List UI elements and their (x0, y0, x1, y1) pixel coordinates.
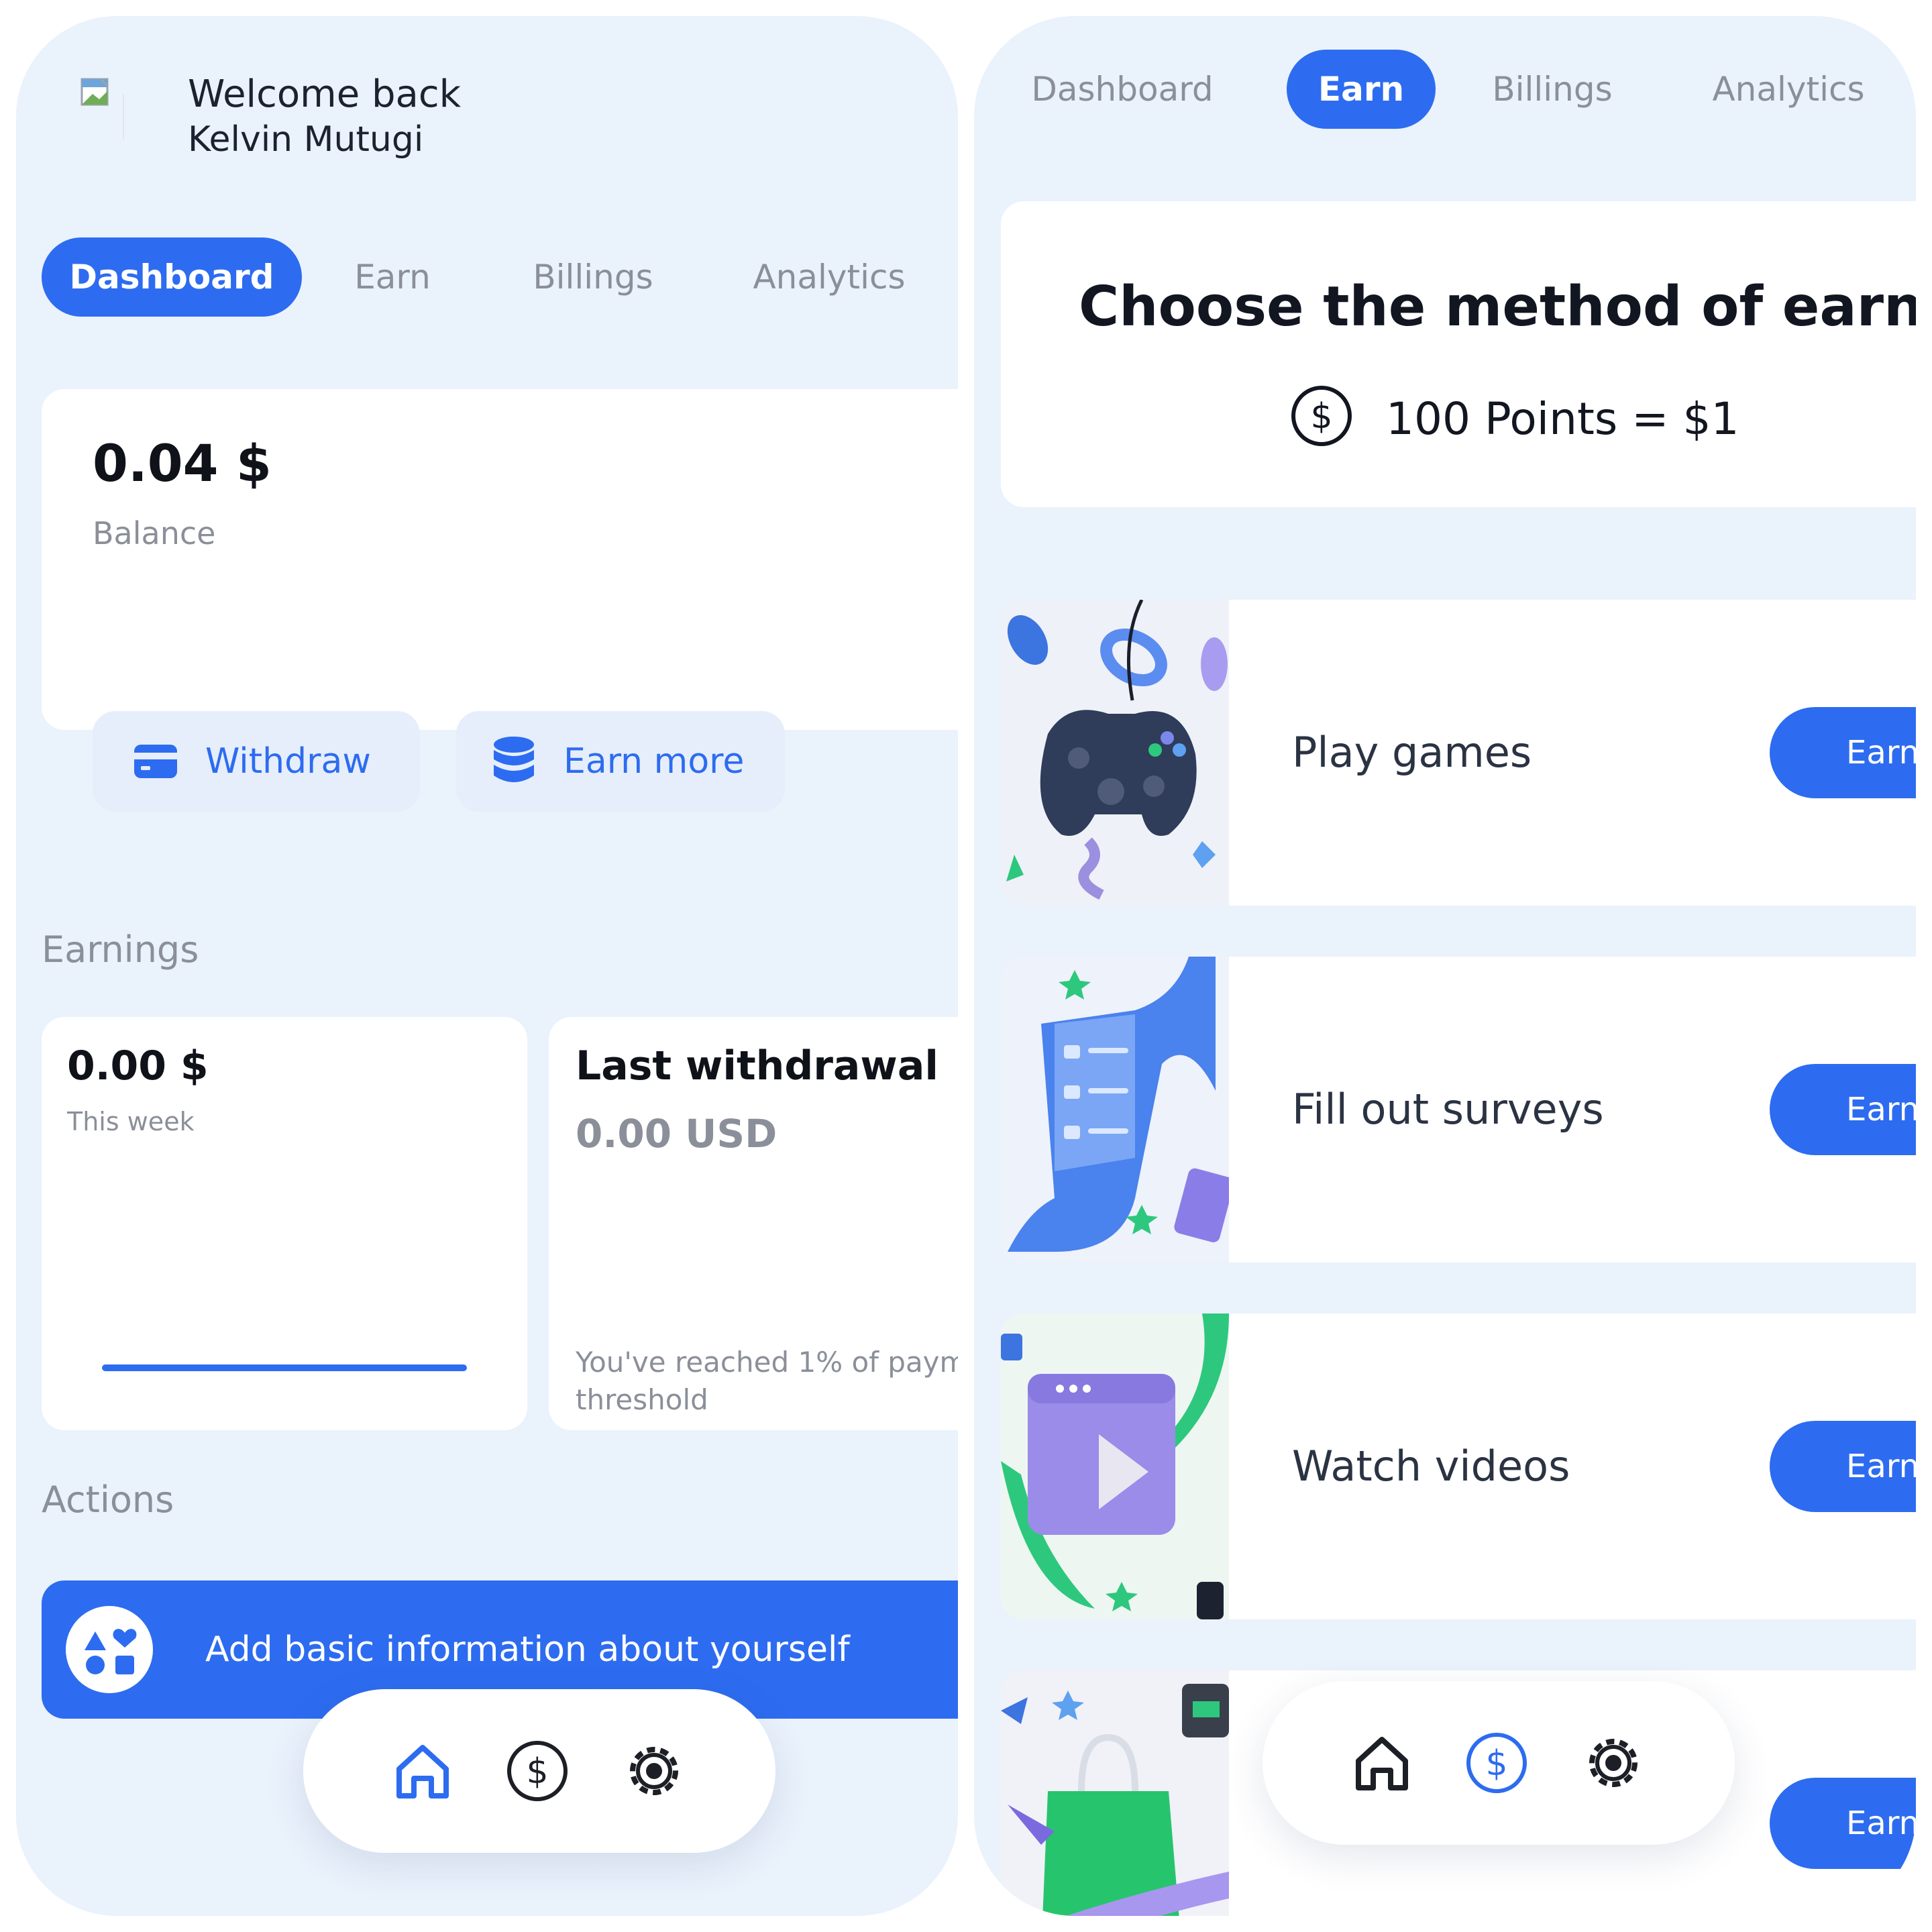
last-withdrawal-title: Last withdrawal (576, 1042, 938, 1089)
tab-dashboard[interactable]: Dashboard (1025, 50, 1220, 129)
earnings-heading: Earnings (42, 928, 199, 971)
survey-illustration (1001, 957, 1234, 1263)
weekly-label: This week (67, 1107, 195, 1136)
tab-billings[interactable]: Billings (1492, 50, 1613, 129)
coin-stack-icon (494, 737, 534, 782)
earn-screen: Dashboard Earn Billings Analytics Choose… (974, 16, 1916, 1916)
bottom-nav: $ (1263, 1681, 1735, 1845)
points-rate: 100 Points = $1 (1386, 393, 1739, 445)
weekly-earnings-line (102, 1364, 467, 1371)
withdraw-button[interactable]: Withdraw (93, 711, 420, 812)
tab-billings[interactable]: Billings (531, 237, 655, 317)
gear-icon[interactable] (622, 1739, 686, 1803)
earning-method-title: Choose the method of earning (1079, 275, 1916, 339)
balance-amount: 0.04 $ (93, 433, 272, 493)
shopping-bag-illustration (1001, 1670, 1229, 1916)
bottom-nav: $ (303, 1689, 775, 1853)
broken-image-icon (80, 78, 124, 140)
earn-method-videos[interactable]: Watch videos Earn (1001, 1313, 1916, 1619)
svg-text:$: $ (1485, 1743, 1507, 1784)
method-label: Play games (1292, 728, 1532, 777)
dollar-icon[interactable]: $ (505, 1739, 570, 1803)
weekly-earnings-card: 0.00 $ This week (42, 1017, 527, 1430)
tab-dashboard[interactable]: Dashboard (42, 237, 302, 317)
balance-label: Balance (93, 515, 216, 551)
last-withdrawal-card: Last withdrawal 0.00 USD You've reached … (549, 1017, 958, 1430)
threshold-note-line2: threshold (576, 1383, 708, 1416)
avatar[interactable] (60, 54, 133, 164)
threshold-note-line1: You've reached 1% of payme (576, 1346, 958, 1379)
video-player-illustration (1001, 1313, 1229, 1619)
earn-button[interactable]: Earn (1770, 1064, 1916, 1155)
earn-more-label: Earn more (564, 741, 745, 782)
actions-heading: Actions (42, 1479, 174, 1521)
gear-icon[interactable] (1581, 1731, 1646, 1795)
balance-card: 0.04 $ Balance Withdraw Earn more (42, 389, 958, 812)
method-label: Watch videos (1292, 1442, 1570, 1491)
earn-method-surveys[interactable]: Fill out surveys Earn (1001, 957, 1916, 1263)
user-name: Kelvin Mutugi (188, 119, 424, 160)
dollar-coin-icon: $ (1291, 386, 1352, 446)
card-icon (134, 745, 177, 778)
tab-analytics[interactable]: Analytics (1708, 50, 1869, 129)
earn-more-button[interactable]: Earn more (456, 711, 785, 812)
gamepad-illustration (1001, 600, 1229, 906)
withdraw-label: Withdraw (205, 741, 371, 782)
earn-button[interactable]: Earn (1770, 1778, 1916, 1869)
weekly-amount: 0.00 $ (67, 1042, 209, 1089)
earn-button[interactable]: Earn (1770, 1421, 1916, 1512)
tab-earn[interactable]: Earn (1287, 50, 1436, 129)
tab-earn[interactable]: Earn (350, 237, 435, 317)
earn-method-play-games[interactable]: Play games Earn (1001, 600, 1916, 906)
last-withdrawal-amount: 0.00 USD (576, 1111, 777, 1157)
earn-button[interactable]: Earn (1770, 707, 1916, 798)
home-icon[interactable] (1352, 1733, 1412, 1793)
greeting-text: Welcome back (188, 72, 462, 116)
shapes-icon (66, 1606, 153, 1693)
dashboard-screen: Welcome back Kelvin Mutugi Dashboard Ear… (16, 16, 958, 1916)
svg-text:$: $ (1310, 396, 1332, 437)
method-label: Fill out surveys (1292, 1085, 1604, 1134)
home-icon[interactable] (392, 1741, 453, 1801)
svg-text:$: $ (526, 1752, 548, 1792)
dollar-icon[interactable]: $ (1464, 1731, 1529, 1795)
tab-analytics[interactable]: Analytics (749, 237, 910, 317)
earning-method-header-card: Choose the method of earning $ 100 Point… (1001, 201, 1916, 507)
